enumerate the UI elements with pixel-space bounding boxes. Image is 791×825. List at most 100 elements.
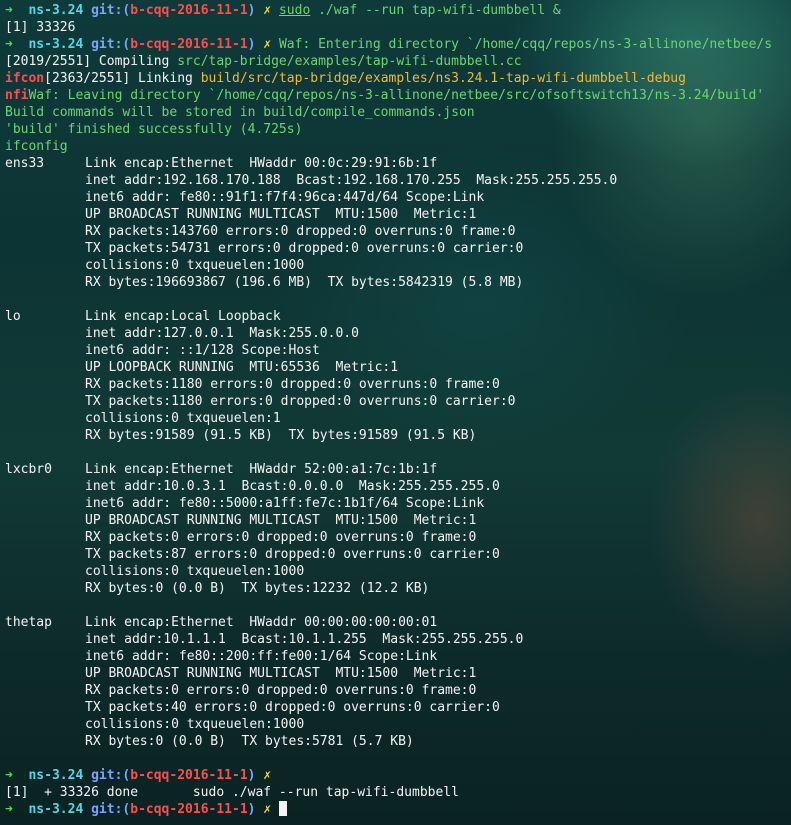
interface-detail: inet addr:10.0.3.1 Bcast:0.0.0.0 Mask:25… — [85, 479, 500, 494]
prompt-branch: b-cqq-2016-11-1 — [130, 768, 248, 783]
interface-detail: inet6 addr: ::1/128 Scope:Host — [85, 343, 320, 358]
interface-detail: UP BROADCAST RUNNING MULTICAST MTU:1500 … — [85, 666, 477, 681]
ifconfig-row: collisions:0 txqueuelen:1 — [5, 410, 791, 427]
prompt-arrow-icon: ➜ — [5, 768, 13, 783]
ifconfig-row: UP BROADCAST RUNNING MULTICAST MTU:1500 … — [5, 512, 791, 529]
waf-leaving-msg: Waf: Leaving directory `/home/cqq/repos/… — [28, 88, 765, 103]
cursor[interactable] — [278, 801, 287, 816]
interface-detail: collisions:0 txqueuelen:1000 — [85, 258, 305, 273]
ifconfig-row: lxcbr0 Link encap:Ethernet HWaddr 52:00:a… — [5, 461, 791, 478]
interface-detail: TX packets:1180 errors:0 dropped:0 overr… — [85, 394, 516, 409]
ifconfig-row: collisions:0 txqueuelen:1000 — [5, 563, 791, 580]
interface-detail: collisions:0 txqueuelen:1 — [85, 411, 281, 426]
ifconfig-row: UP LOOPBACK RUNNING MTU:65536 Metric:1 — [5, 359, 791, 376]
prompt-arrow-icon: ➜ — [5, 802, 13, 817]
ifconfig-row: inet6 addr: fe80::5000:a1ff:fe7c:1b1f/64… — [5, 495, 791, 512]
build-cmds-line: Build commands will be stored in build/c… — [5, 104, 791, 121]
prompt-git-label: git: — [91, 768, 123, 783]
job-start-line: [1] 33326 — [5, 19, 791, 36]
ifconfig-row: inet addr:127.0.0.1 Mask:255.0.0.0 — [5, 325, 791, 342]
interface-name: ens33 — [5, 156, 45, 171]
interface-detail: RX bytes:196693867 (196.6 MB) TX bytes:5… — [85, 275, 524, 290]
prompt-line-active: ➜ ns-3.24 git:(b-cqq-2016-11-1) ✗ — [5, 801, 791, 818]
ifconfig-row: UP BROADCAST RUNNING MULTICAST MTU:1500 … — [5, 665, 791, 682]
interface-detail: RX packets:143760 errors:0 dropped:0 ove… — [85, 224, 516, 239]
prompt-directory: ns-3.24 — [28, 768, 84, 783]
job-done-line: [1] + 33326 done sudo ./waf --run tap-wi… — [5, 784, 791, 801]
ifconfig-row: RX packets:0 errors:0 dropped:0 overruns… — [5, 529, 791, 546]
ifconfig-row: collisions:0 txqueuelen:1000 — [5, 257, 791, 274]
interface-detail: inet6 addr: fe80::91f1:f7f4:96ca:447d/64… — [85, 190, 485, 205]
prompt-branch: b-cqq-2016-11-1 — [130, 3, 248, 18]
prompt-branch: b-cqq-2016-11-1 — [130, 802, 248, 817]
command-args: ./waf --run tap-wifi-dumbbell & — [310, 3, 561, 18]
interface-detail: Link encap:Ethernet HWaddr 00:0c:29:91:6… — [85, 156, 438, 171]
prompt-directory: ns-3.24 — [28, 802, 84, 817]
build-commands-msg: Build commands will be stored in build/c… — [5, 105, 475, 120]
interface-detail: RX bytes:0 (0.0 B) TX bytes:12232 (12.2 … — [85, 581, 430, 596]
prompt-arrow-icon: ➜ — [5, 37, 13, 52]
interface-detail: UP BROADCAST RUNNING MULTICAST MTU:1500 … — [85, 513, 477, 528]
prompt-line: ➜ ns-3.24 git:(b-cqq-2016-11-1) ✗ — [5, 767, 791, 784]
compile-line: [2019/2551] Compiling src/tap-bridge/exa… — [5, 53, 791, 70]
ifconfig-row: inet6 addr: fe80::91f1:f7f4:96ca:447d/64… — [5, 189, 791, 206]
job-id: [1] 33326 — [5, 20, 76, 35]
interface-detail: inet6 addr: fe80::200:ff:fe00:1/64 Scope… — [85, 649, 438, 664]
prompt-dirty-mark: ✗ — [263, 802, 272, 817]
prompt-git-label: git: — [91, 802, 123, 817]
prompt-branch: b-cqq-2016-11-1 — [130, 37, 248, 52]
build-finished-line: 'build' finished successfully (4.725s) — [5, 121, 791, 138]
typed-echo: ifcon — [5, 71, 45, 86]
ifconfig-row: RX bytes:0 (0.0 B) TX bytes:5781 (5.7 KB… — [5, 733, 791, 750]
ifconfig-row: TX packets:1180 errors:0 dropped:0 overr… — [5, 393, 791, 410]
interface-name: lxcbr0 — [5, 462, 52, 477]
ifconfig-row: TX packets:54731 errors:0 dropped:0 over… — [5, 240, 791, 257]
ifconfig-row: ens33 Link encap:Ethernet HWaddr 00:0c:29… — [5, 155, 791, 172]
ifconfig-row: RX packets:143760 errors:0 dropped:0 ove… — [5, 223, 791, 240]
link-file: build/src/tap-bridge/examples/ns3.24.1-t… — [200, 71, 686, 86]
prompt-directory: ns-3.24 — [28, 3, 84, 18]
leaving-line: nfiWaf: Leaving directory `/home/cqq/rep… — [5, 87, 791, 104]
ifconfig-row: RX packets:0 errors:0 dropped:0 overruns… — [5, 682, 791, 699]
interface-detail: UP BROADCAST RUNNING MULTICAST MTU:1500 … — [85, 207, 477, 222]
interface-detail: TX packets:87 errors:0 dropped:0 overrun… — [85, 547, 500, 562]
prompt-dirty-mark: ✗ — [263, 768, 272, 783]
interface-detail: TX packets:54731 errors:0 dropped:0 over… — [85, 241, 524, 256]
terminal-window[interactable]: ➜ ns-3.24 git:(b-cqq-2016-11-1) ✗ sudo .… — [5, 2, 791, 825]
interface-detail: UP LOOPBACK RUNNING MTU:65536 Metric:1 — [85, 360, 399, 375]
ifconfig-echo-line: ifconfig — [5, 138, 791, 155]
interface-detail: inet addr:192.168.170.188 Bcast:192.168.… — [85, 173, 618, 188]
ifconfig-row: inet addr:192.168.170.188 Bcast:192.168.… — [5, 172, 791, 189]
waf-entering-msg: Waf: Entering directory `/home/cqq/repos… — [278, 37, 773, 52]
interface-name: lo — [5, 309, 21, 324]
compile-prefix: [2019/2551] Compiling — [5, 54, 178, 69]
prompt-git-label: git: — [91, 37, 123, 52]
job-done-msg: [1] + 33326 done sudo ./waf --run tap-wi… — [5, 785, 459, 800]
ifconfig-row: RX bytes:196693867 (196.6 MB) TX bytes:5… — [5, 274, 791, 291]
prompt-arrow-icon: ➜ — [5, 3, 13, 18]
interface-detail: RX packets:0 errors:0 dropped:0 overruns… — [85, 530, 477, 545]
interface-detail: RX packets:1180 errors:0 dropped:0 overr… — [85, 377, 500, 392]
command-sudo: sudo — [278, 3, 311, 18]
interface-detail: inet addr:127.0.0.1 Mask:255.0.0.0 — [85, 326, 359, 341]
ifconfig-row: TX packets:87 errors:0 dropped:0 overrun… — [5, 546, 791, 563]
ifconfig-row: TX packets:40 errors:0 dropped:0 overrun… — [5, 699, 791, 716]
prompt-git-label: git: — [91, 3, 123, 18]
prompt-dirty-mark: ✗ — [263, 37, 272, 52]
interface-detail: collisions:0 txqueuelen:1000 — [85, 564, 305, 579]
ifconfig-row: RX bytes:0 (0.0 B) TX bytes:12232 (12.2 … — [5, 580, 791, 597]
ifconfig-echo: ifconfig — [5, 139, 68, 154]
